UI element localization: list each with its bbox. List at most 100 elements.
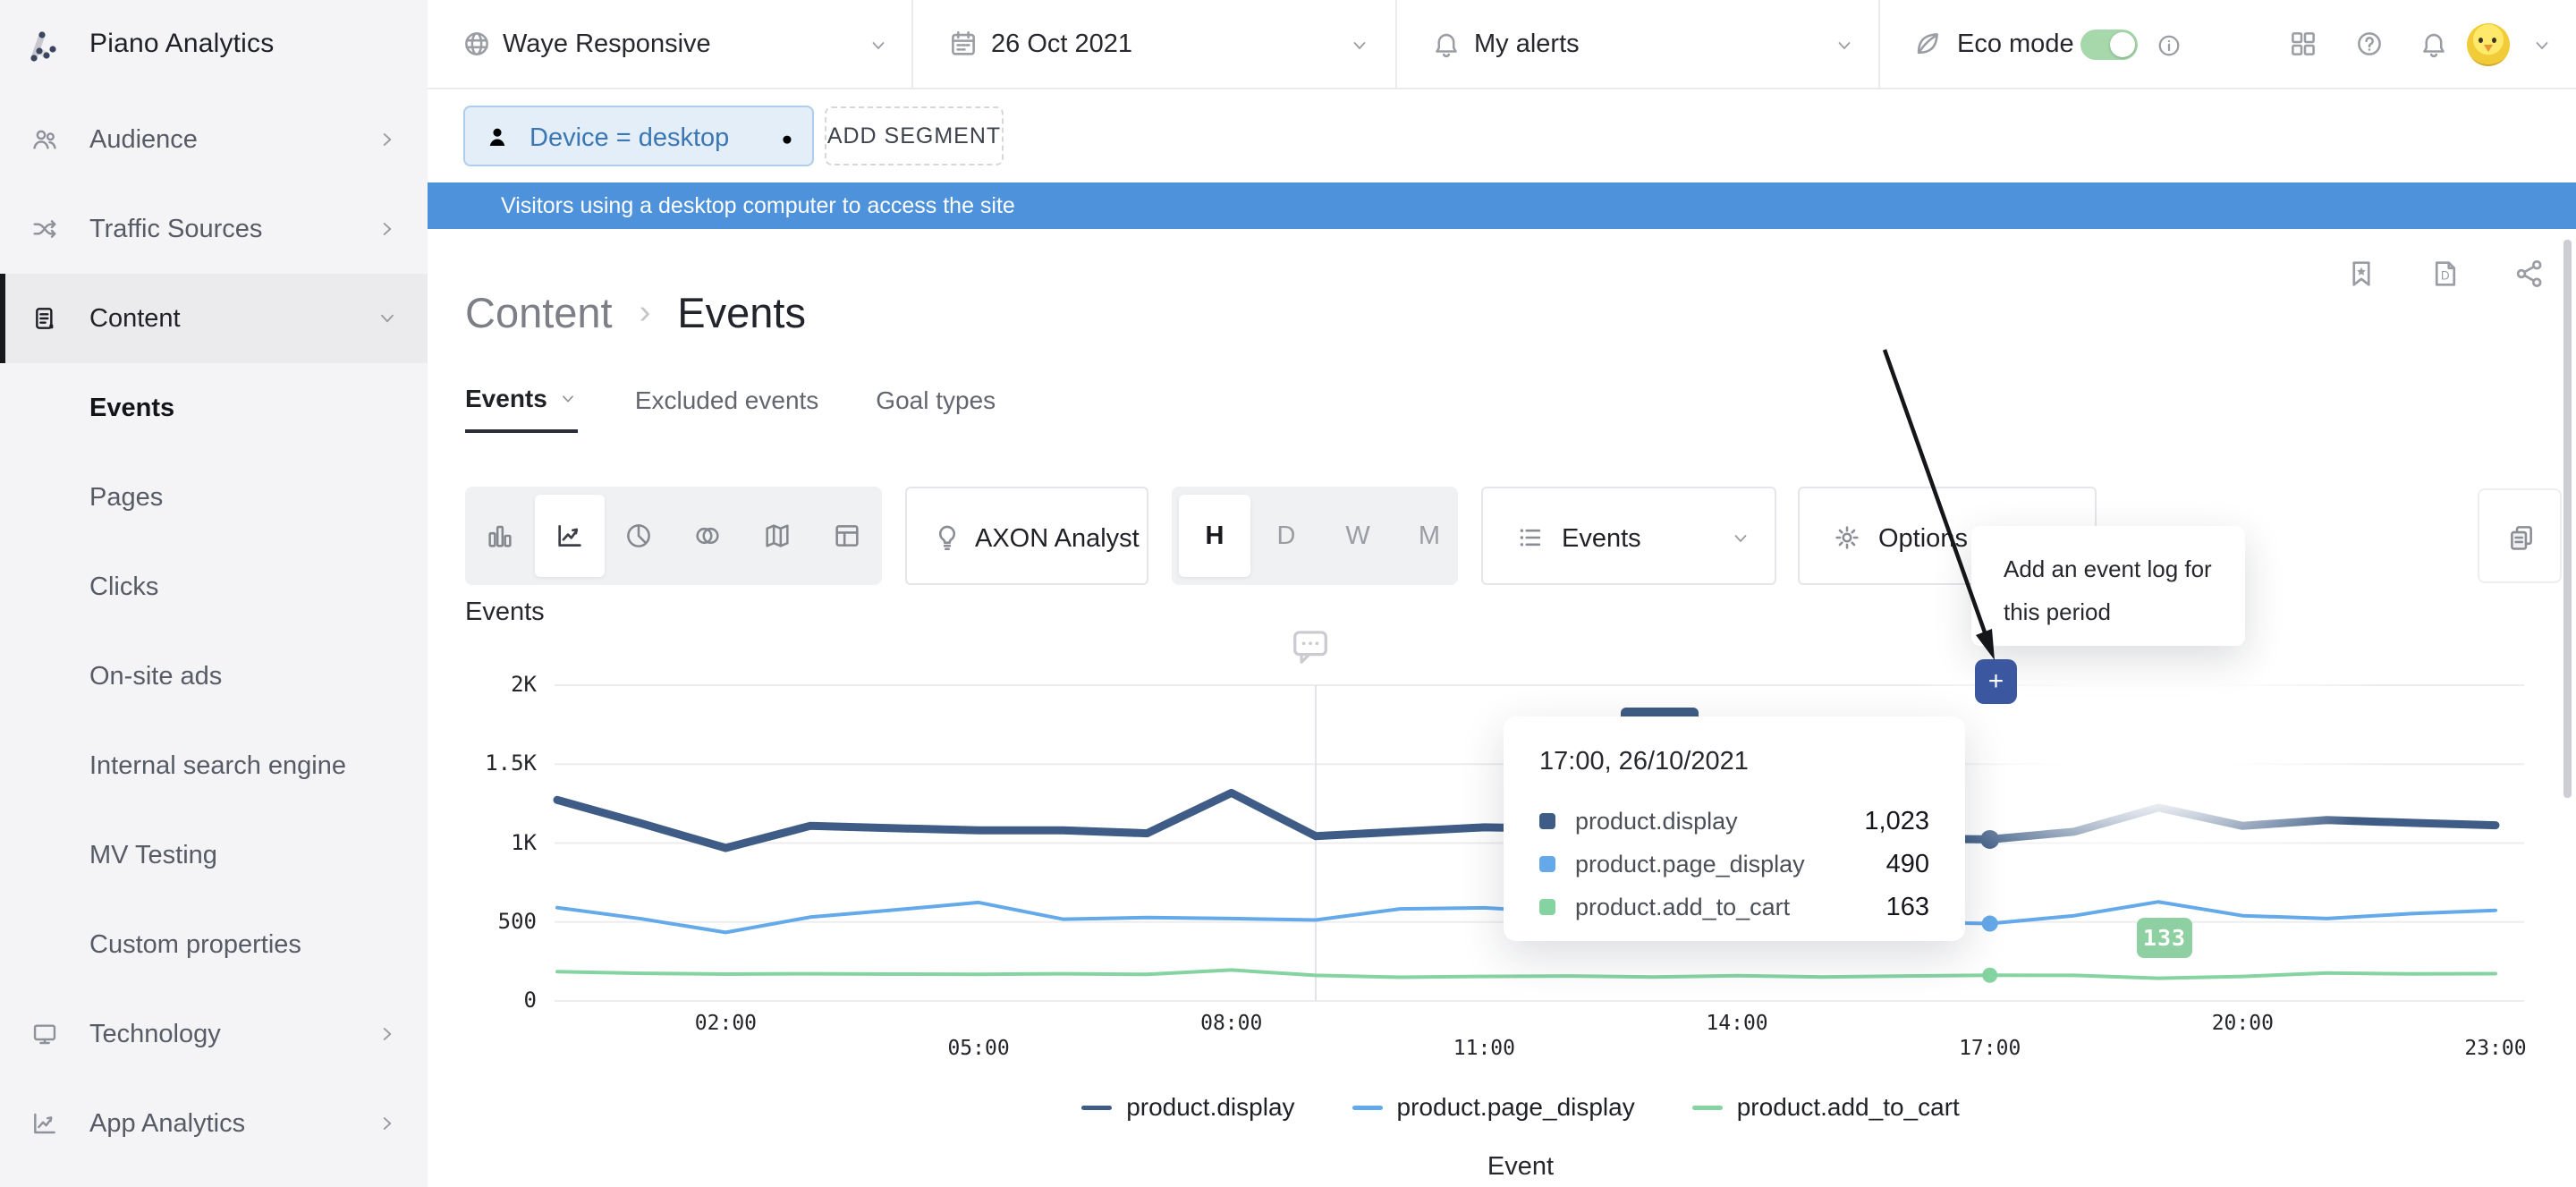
sidebar-item-label: Internal search engine [89, 751, 346, 781]
highlight-dot-product-add-to-cart [1982, 968, 1997, 983]
sidebar-item-label: Content [89, 304, 181, 334]
event-log-badge[interactable]: 133 [2137, 918, 2192, 958]
series-color-swatch [1539, 899, 1555, 915]
comment-bubble-icon[interactable] [1292, 628, 1329, 666]
legend-label: product.add_to_cart [1737, 1093, 1960, 1122]
globe-icon [462, 29, 492, 59]
sidebar-item-events[interactable]: Events [0, 363, 428, 453]
segment-chip[interactable]: Device = desktop [463, 106, 814, 166]
chevron-right-icon [376, 217, 399, 241]
calendar-icon [948, 29, 979, 59]
content-icon [30, 304, 59, 333]
share-icon[interactable] [2513, 258, 2546, 290]
chevron-down-icon[interactable] [1834, 35, 1855, 56]
metric-dropdown[interactable]: Events [1481, 487, 1776, 585]
add-segment-button[interactable]: ADD SEGMENT [825, 106, 1004, 165]
eco-mode-toggle[interactable] [2080, 30, 2138, 60]
sidebar-header: Piano Analytics [0, 0, 428, 89]
tab-bar: Events Excluded events Goal types [465, 385, 996, 433]
granularity-d-button[interactable]: D [1250, 487, 1322, 585]
event-log-tooltip-line2: this period [2004, 590, 2245, 633]
toggle-knob [2110, 32, 2135, 57]
granularity-m-button[interactable]: M [1394, 487, 1465, 585]
tab-excluded-events[interactable]: Excluded events [635, 385, 818, 433]
legend-item-product-add-to-cart[interactable]: product.add_to_cart [1692, 1093, 1960, 1122]
table-icon[interactable] [832, 521, 862, 551]
scrollbar-thumb[interactable] [2563, 240, 2572, 798]
bookmark-star-icon[interactable] [2345, 258, 2377, 290]
report-document-icon[interactable]: D [2429, 258, 2462, 290]
add-event-log-button[interactable]: + [1975, 659, 2017, 704]
chevron-down-icon[interactable] [1349, 35, 1370, 56]
bar-chart-icon[interactable] [485, 521, 515, 551]
segment-description-banner: Visitors using a desktop computer to acc… [428, 182, 2576, 229]
map-icon[interactable] [762, 521, 792, 551]
legend-item-product-page-display[interactable]: product.page_display [1352, 1093, 1635, 1122]
event-log-tooltip-line1: Add an event log for [2004, 547, 2245, 590]
tab-label: Goal types [876, 386, 996, 415]
list-icon [1515, 522, 1546, 553]
sidebar-item-mv-testing[interactable]: MV Testing [0, 810, 428, 900]
apps-grid-icon[interactable] [2288, 29, 2318, 59]
topbar: Waye Responsive 26 Oct 2021 My alerts Ec… [428, 0, 2576, 89]
sidebar-item-internal-search-engine[interactable]: Internal search engine [0, 721, 428, 810]
shuffle-icon [30, 215, 59, 243]
tab-events[interactable]: Events [465, 385, 578, 433]
divider [911, 0, 913, 88]
sidebar-item-content[interactable]: Content [0, 274, 428, 363]
sidebar-item-label: Custom properties [89, 930, 301, 960]
leaf-icon [1912, 29, 1943, 59]
legend-dash-icon [1352, 1106, 1383, 1110]
legend-item-product-display[interactable]: product.display [1081, 1093, 1294, 1122]
avatar-eye [2479, 38, 2483, 43]
user-avatar[interactable] [2467, 23, 2510, 66]
tab-goal-types[interactable]: Goal types [876, 385, 996, 433]
tooltip-series-name: product.display [1575, 808, 1738, 835]
copy-pages-icon [2506, 522, 2537, 553]
line-chart-icon[interactable] [555, 521, 585, 551]
chart-type-switcher [465, 487, 882, 585]
axon-analyst-button[interactable]: AXON Analyst [905, 487, 1148, 585]
sidebar-item-label: Events [89, 394, 174, 423]
page-title: Events [677, 288, 806, 337]
sidebar-item-audience[interactable]: Audience [0, 95, 428, 184]
help-icon[interactable] [2354, 29, 2385, 59]
breadcrumb-section[interactable]: Content [465, 288, 613, 337]
duplicate-view-button[interactable] [2478, 488, 2562, 583]
series-line-product-add-to-cart[interactable] [557, 970, 2496, 978]
sidebar-item-technology[interactable]: Technology [0, 989, 428, 1079]
legend-label: product.display [1126, 1093, 1294, 1122]
pie-chart-icon[interactable] [623, 521, 654, 551]
chartline-icon [30, 1109, 59, 1138]
notifications-bell-icon[interactable] [2419, 29, 2449, 59]
tooltip-series-name: product.page_display [1575, 851, 1805, 878]
segment-settings-icon[interactable] [767, 123, 798, 153]
site-selector[interactable]: Waye Responsive [503, 30, 711, 59]
chevron-right-icon [376, 1112, 399, 1135]
tab-label: Events [465, 385, 547, 413]
sidebar-nav: AudienceTraffic Sources Content Events Page… [0, 95, 428, 1168]
chevron-down-icon[interactable] [868, 35, 889, 56]
chevron-down-icon[interactable] [2531, 35, 2553, 56]
y-axis-title: Events [465, 598, 545, 627]
sidebar-item-custom-properties[interactable]: Custom properties [0, 900, 428, 989]
tooltip-row-product-display: product.display1,023 [1539, 800, 1929, 843]
sidebar-item-traffic-sources[interactable]: Traffic Sources [0, 184, 428, 274]
metric-dropdown-label: Events [1562, 524, 1641, 554]
series-color-swatch [1539, 856, 1555, 872]
highlight-dot-product-page-display [1982, 916, 1998, 932]
info-icon[interactable] [2156, 32, 2182, 59]
date-selector[interactable]: 26 Oct 2021 [991, 30, 1132, 59]
granularity-h-button[interactable]: H [1179, 487, 1250, 585]
venn-diagram-icon[interactable] [692, 521, 723, 551]
segment-bar: Device = desktop ADD SEGMENT [428, 89, 2576, 182]
sidebar-item-pages[interactable]: Pages [0, 453, 428, 542]
sidebar-item-clicks[interactable]: Clicks [0, 542, 428, 632]
alerts-selector[interactable]: My alerts [1474, 30, 1580, 59]
piano-analytics-page: Piano Analytics AudienceTraffic Sources C… [0, 0, 2576, 1187]
sidebar-item-on-site-ads[interactable]: On-site ads [0, 632, 428, 721]
chevron-down-icon [1730, 528, 1751, 549]
sidebar-item-app-analytics[interactable]: App Analytics [0, 1079, 428, 1168]
piano-analytics-logo-icon [27, 23, 70, 66]
granularity-w-button[interactable]: W [1322, 487, 1394, 585]
